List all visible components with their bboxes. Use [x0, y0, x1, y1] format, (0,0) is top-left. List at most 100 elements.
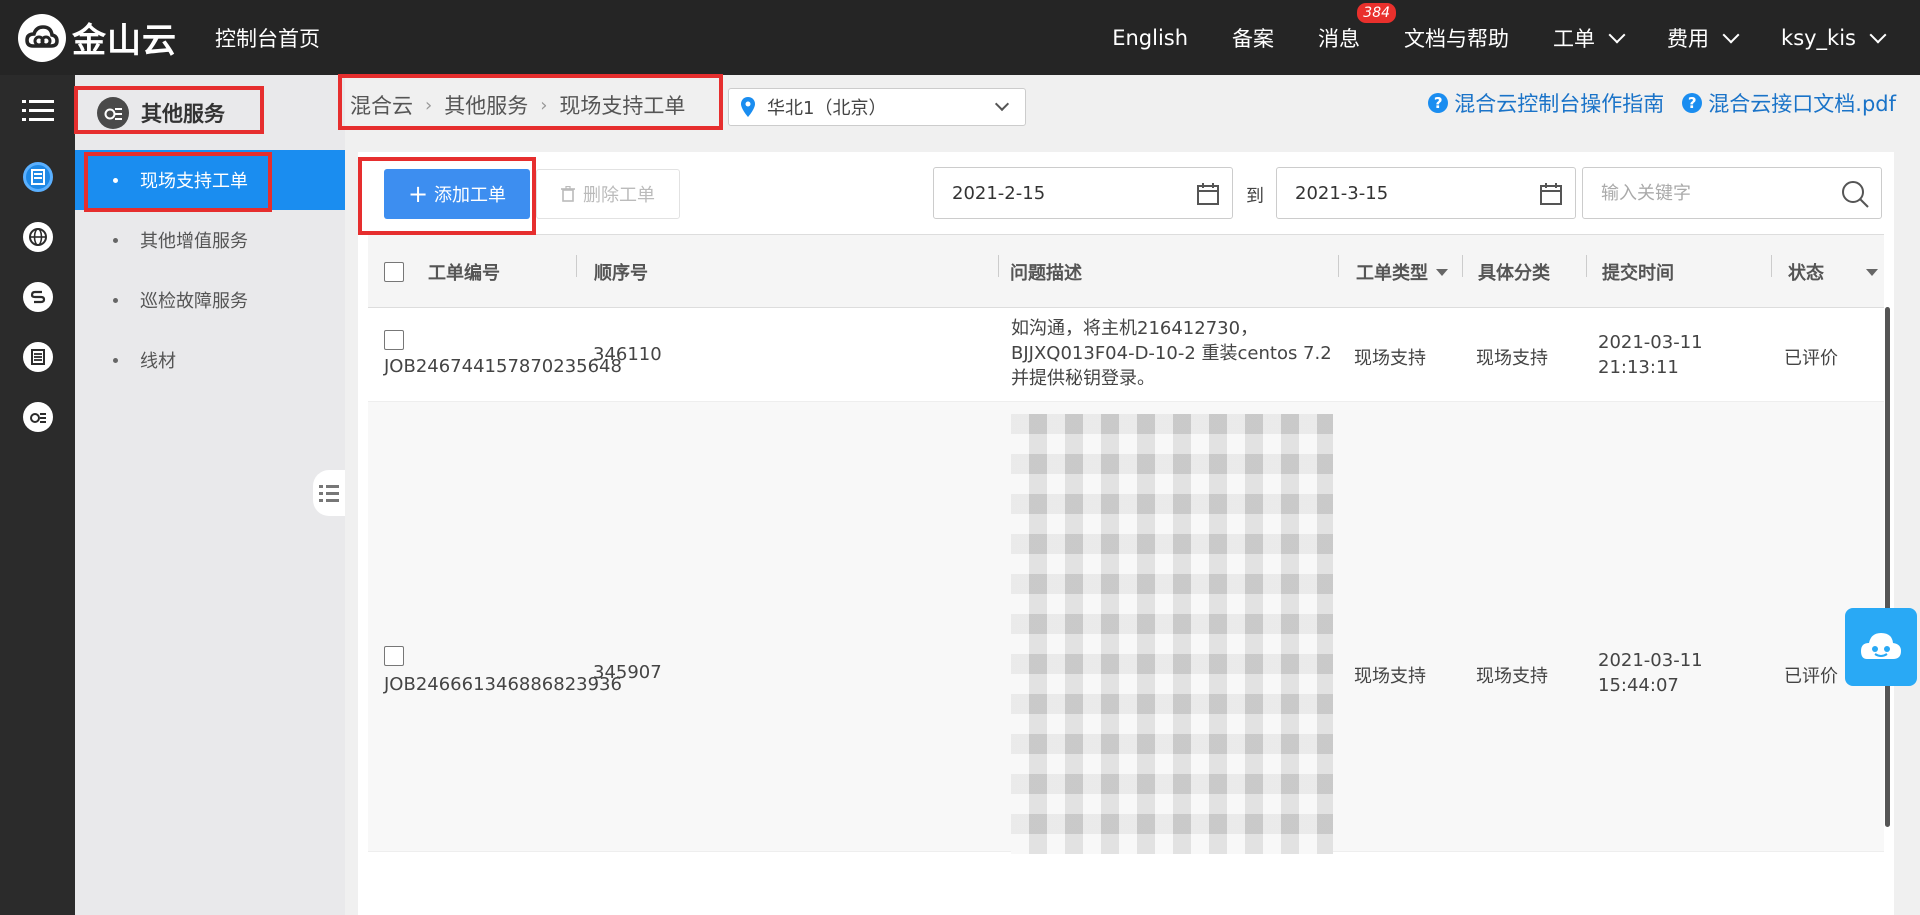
add-ticket-button[interactable]: + 添加工单 — [384, 169, 530, 219]
row-checkbox[interactable] — [384, 646, 404, 666]
nav-label: 工单 — [1553, 26, 1596, 51]
sidebar-item-onsite-support-tickets[interactable]: 现场支持工单 — [75, 150, 345, 210]
location-pin-icon — [741, 97, 755, 117]
submit-clock: 15:44:07 — [1598, 675, 1679, 696]
breadcrumb-current: 现场支持工单 — [559, 94, 686, 118]
question-circle-icon: ? — [1682, 93, 1703, 113]
end-date-value: 2021-3-15 — [1295, 182, 1389, 204]
table-scrollbar[interactable] — [1885, 307, 1890, 827]
sidebar-item-label: 巡检故障服务 — [140, 291, 248, 312]
status-filter-dropdown[interactable] — [1858, 235, 1878, 309]
nav-label: English — [1112, 25, 1189, 50]
column-header-ticket-type[interactable]: 工单类型 — [1356, 235, 1448, 309]
nav-label: 备案 — [1232, 26, 1275, 51]
end-date-input[interactable]: 2021-3-15 — [1276, 167, 1576, 219]
ticket-category: 现场支持 — [1476, 348, 1548, 369]
sidebar-item-inspection-fault-service[interactable]: 巡检故障服务 — [75, 270, 345, 330]
globe-icon[interactable] — [0, 207, 75, 267]
bullet-dot — [113, 237, 118, 243]
chevron-down-icon — [1869, 26, 1887, 43]
nav-billing-dropdown[interactable]: 费用 — [1667, 23, 1740, 53]
table-header: 工单编号 顺序号 问题描述 工单类型 具体分类 提交时间 状态 — [368, 234, 1884, 308]
search-icon — [1842, 181, 1869, 208]
description-line: 如沟通，将主机216412730， — [1011, 318, 1259, 339]
console-guide-link[interactable]: ? 混合云控制台操作指南 — [1428, 88, 1664, 118]
redacted-description — [1011, 414, 1333, 854]
nav-docs-help-link[interactable]: 文档与帮助 — [1404, 23, 1509, 53]
ticket-toolbar: + 添加工单 删除工单 2021-2-15 到 2021-3-15 — [358, 152, 1894, 234]
seq-number: 345907 — [593, 662, 662, 683]
description-line: 并提供秘钥登录。 — [1011, 368, 1155, 389]
column-header-status: 状态 — [1788, 263, 1824, 284]
nav-filing-link[interactable]: 备案 — [1232, 23, 1274, 53]
delete-ticket-button[interactable]: 删除工单 — [536, 169, 680, 219]
date-range-separator: 到 — [1246, 186, 1264, 207]
sort-caret-icon — [1866, 268, 1878, 276]
delete-ticket-label: 删除工单 — [583, 185, 655, 206]
sidebar-item-label: 线材 — [140, 351, 176, 372]
chevron-down-icon — [1722, 26, 1740, 43]
column-header-category: 具体分类 — [1478, 263, 1550, 284]
submit-time: 2021-03-11 15:44:07 — [1598, 648, 1703, 698]
service-coin-icon[interactable] — [0, 387, 75, 447]
sidebar-header: 其他服务 — [75, 75, 345, 150]
add-ticket-label: 添加工单 — [434, 185, 507, 206]
submit-date: 2021-03-11 — [1598, 332, 1703, 353]
trash-icon — [561, 186, 575, 202]
ticket-id: JOB246744157870235648 — [384, 356, 622, 377]
column-header-seq: 顺序号 — [594, 263, 648, 284]
sidebar-item-label: 现场支持工单 — [140, 171, 248, 192]
submit-time: 2021-03-11 21:13:11 — [1598, 330, 1703, 380]
select-all-checkbox[interactable] — [384, 235, 404, 309]
breadcrumb-item[interactable]: 混合云 — [350, 90, 413, 120]
nav-label: 消息 — [1318, 26, 1361, 51]
service-coin-icon — [97, 96, 129, 129]
chevron-down-icon — [1608, 26, 1626, 43]
sort-caret-icon — [1436, 268, 1448, 276]
help-link-label: 混合云接口文档.pdf — [1708, 92, 1896, 116]
chat-bot-icon — [1861, 633, 1901, 659]
collapse-icon — [319, 485, 339, 502]
row-checkbox[interactable] — [384, 330, 404, 350]
nav-label: 费用 — [1667, 26, 1710, 51]
keyword-search-input[interactable] — [1601, 182, 1821, 204]
ticket-table: 工单编号 顺序号 问题描述 工单类型 具体分类 提交时间 状态 JOB24674… — [368, 234, 1884, 854]
support-chat-button[interactable] — [1845, 608, 1917, 686]
user-account-dropdown[interactable]: ksy_kis — [1781, 25, 1887, 50]
message-count-badge: 384 — [1357, 2, 1397, 23]
start-date-value: 2021-2-15 — [952, 182, 1046, 204]
menu-icon[interactable] — [0, 75, 75, 147]
bullet-dot — [113, 177, 118, 183]
switch-icon[interactable] — [0, 267, 75, 327]
submit-date: 2021-03-11 — [1598, 650, 1703, 671]
sidebar-collapse-toggle[interactable] — [313, 470, 345, 516]
ticket-status: 已评价 — [1784, 666, 1838, 687]
console-home-link[interactable]: 控制台首页 — [215, 23, 320, 53]
question-circle-icon: ? — [1428, 93, 1449, 113]
sidebar-item-value-added-services[interactable]: 其他增值服务 — [75, 210, 345, 270]
document-list-icon[interactable] — [0, 327, 75, 387]
api-doc-link[interactable]: ? 混合云接口文档.pdf — [1682, 88, 1896, 118]
ticket-status: 已评价 — [1784, 348, 1838, 369]
language-english-link[interactable]: English — [1112, 26, 1188, 50]
breadcrumb: 混合云 › 其他服务 › 现场支持工单 — [350, 90, 685, 120]
sidebar-item-label: 其他增值服务 — [140, 231, 248, 252]
brand-logo[interactable]: 金山云 — [18, 13, 177, 62]
sidebar-item-cables[interactable]: 线材 — [75, 330, 345, 390]
problem-description: 如沟通，将主机216412730， BJJXQ013F04-D-10-2 重装c… — [1011, 316, 1332, 391]
ticket-category: 现场支持 — [1476, 666, 1548, 687]
nav-tickets-dropdown[interactable]: 工单 — [1553, 23, 1626, 53]
ticket-type: 现场支持 — [1354, 348, 1426, 369]
server-list-icon[interactable] — [0, 147, 75, 207]
nav-messages-link[interactable]: 消息 384 — [1318, 2, 1397, 53]
breadcrumb-item[interactable]: 其他服务 — [444, 90, 528, 120]
help-links: ? 混合云控制台操作指南 ? 混合云接口文档.pdf — [1410, 88, 1896, 118]
bullet-dot — [113, 297, 118, 303]
calendar-icon — [1197, 183, 1219, 205]
column-header-ticket-id: 工单编号 — [428, 263, 500, 284]
help-link-label: 混合云控制台操作指南 — [1454, 92, 1665, 116]
column-header-submit-time: 提交时间 — [1602, 263, 1674, 284]
start-date-input[interactable]: 2021-2-15 — [933, 167, 1233, 219]
region-select[interactable]: 华北1（北京） — [728, 88, 1026, 126]
username-label: ksy_kis — [1781, 25, 1856, 50]
